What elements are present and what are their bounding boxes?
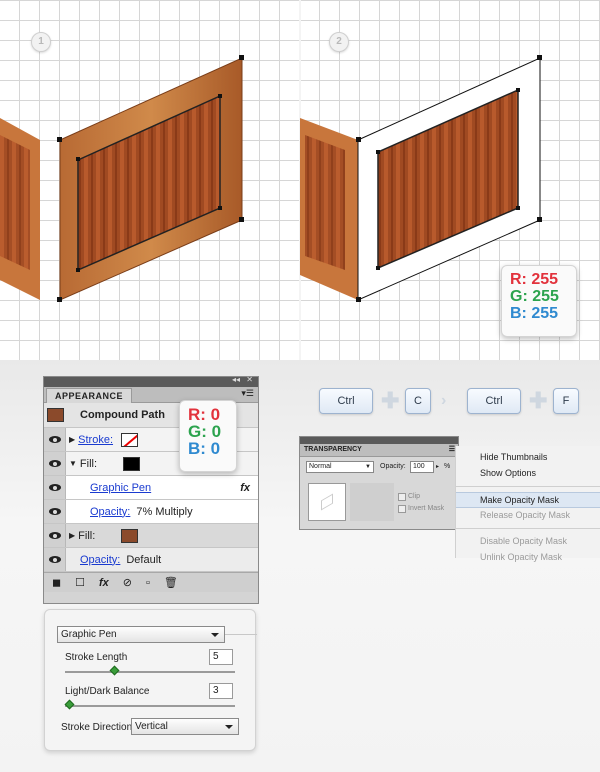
rgb-white-callout: R: 255 G: 255 B: 255 <box>501 265 577 337</box>
stroke-length-input[interactable]: 5 <box>209 649 233 665</box>
opacity-value: Default <box>126 553 162 566</box>
menu-unlink-opacity-mask[interactable]: Unlink Opacity Mask <box>456 550 600 566</box>
tab-appearance[interactable]: APPEARANCE <box>46 388 133 404</box>
fill-label: Fill: <box>79 457 98 470</box>
divider <box>225 634 257 635</box>
visibility-eye-icon[interactable] <box>48 460 61 467</box>
chevron-down-icon <box>211 633 219 637</box>
visibility-eye-icon[interactable] <box>48 556 61 563</box>
opacity-label: Opacity: <box>380 463 406 470</box>
fill-label: Fill: <box>78 529 96 542</box>
filter-select[interactable]: Graphic Pen <box>57 626 225 643</box>
opacity-input[interactable]: 100 <box>410 461 434 473</box>
menu-release-opacity-mask[interactable]: Release Opacity Mask <box>456 508 600 524</box>
clear-appearance-icon[interactable]: ⊘ <box>123 576 132 589</box>
percent-label: % <box>444 463 451 470</box>
stroke-label[interactable]: Stroke: <box>78 434 113 446</box>
fill-black-swatch[interactable] <box>123 456 141 471</box>
appearance-footer: ◼ ☐ fx ⊘ ▫ 🗑 <box>44 572 258 592</box>
appearance-header-title: Compound Path <box>80 409 165 421</box>
duplicate-item-icon[interactable]: ▫ <box>146 577 150 589</box>
plus-icon: ✚ <box>381 388 400 413</box>
menu-disable-opacity-mask[interactable]: Disable Opacity Mask <box>456 534 600 550</box>
add-effect-icon[interactable]: fx <box>99 577 109 589</box>
mask-thumbnail[interactable] <box>350 483 394 521</box>
clip-checkbox[interactable] <box>398 493 406 501</box>
menu-separator <box>456 528 600 529</box>
fill-brown-swatch[interactable] <box>121 528 139 543</box>
stroke-none-swatch[interactable] <box>121 432 139 447</box>
stroke-direction-select[interactable]: Vertical <box>131 718 239 735</box>
collapse-icon[interactable]: ◂◂ <box>232 375 240 384</box>
menu-make-opacity-mask[interactable]: Make Opacity Mask <box>456 492 600 508</box>
balance-slider-thumb[interactable] <box>64 699 75 710</box>
transparency-flyout-menu: Hide Thumbnails Show Options Make Opacit… <box>455 446 600 562</box>
clip-label: Clip <box>408 493 421 500</box>
rgb-blue-value: B: 0 <box>188 439 221 458</box>
tab-transparency[interactable]: TRANSPARENCY <box>304 446 362 453</box>
delete-item-icon[interactable]: 🗑 <box>164 576 178 589</box>
graphic-pen-dialog: Graphic Pen Stroke Length 5 Light/Dark B… <box>44 609 257 751</box>
visibility-eye-icon[interactable] <box>48 508 61 515</box>
expand-arrow-icon[interactable]: ▶ <box>69 435 75 444</box>
add-stroke-icon[interactable]: ◼ <box>52 576 61 589</box>
add-fill-icon[interactable]: ☐ <box>75 576 85 589</box>
panel-menu-icon[interactable]: ▾☰ <box>241 388 254 399</box>
close-icon[interactable]: ✕ <box>246 375 253 384</box>
transparency-titlebar[interactable] <box>300 437 458 444</box>
object-thumbnail <box>46 408 64 422</box>
light-dark-balance-label: Light/Dark Balance <box>65 686 150 697</box>
blend-mode-value: Normal <box>309 463 332 470</box>
key-ctrl-2: Ctrl <box>467 388 521 414</box>
panel-titlebar[interactable]: ◂◂ ✕ <box>44 375 258 387</box>
rgb-red-value: R: 0 <box>188 405 221 424</box>
plus-icon: ✚ <box>529 388 548 413</box>
chevron-down-icon <box>225 725 233 729</box>
appearance-row-opacity[interactable]: Opacity: 7% Multiply <box>44 500 258 524</box>
expand-arrow-icon[interactable]: ▶ <box>69 531 75 540</box>
opacity-link[interactable]: Opacity: <box>90 506 130 518</box>
key-f: F <box>553 388 579 414</box>
invert-mask-label: Invert Mask <box>408 505 445 512</box>
appearance-row-fill-brown[interactable]: ▶ Fill: <box>44 524 258 548</box>
menu-show-options[interactable]: Show Options <box>456 466 600 482</box>
filter-select-value: Graphic Pen <box>61 629 117 640</box>
key-ctrl-1: Ctrl <box>319 388 373 414</box>
visibility-eye-icon[interactable] <box>48 532 61 539</box>
menu-hide-thumbnails[interactable]: Hide Thumbnails <box>456 450 600 466</box>
visibility-eye-icon[interactable] <box>48 436 61 443</box>
visibility-eye-icon[interactable] <box>48 484 61 491</box>
wood-panel-illustration-1 <box>0 55 244 302</box>
chevron-down-icon: ▼ <box>365 464 371 470</box>
light-dark-balance-input[interactable]: 3 <box>209 683 233 699</box>
object-thumbnail[interactable] <box>308 483 346 521</box>
stroke-direction-label: Stroke Direction: <box>61 722 135 733</box>
key-c: C <box>405 388 431 414</box>
stroke-length-slider-track[interactable] <box>65 671 235 673</box>
chevron-right-icon: › <box>441 392 447 409</box>
rgb-blue-value: B: 255 <box>510 305 559 322</box>
rgb-green-value: G: 0 <box>188 422 222 441</box>
stroke-direction-value: Vertical <box>135 721 168 732</box>
transparency-panel: TRANSPARENCY ☰ Normal ▼ Opacity: 100 ▸ %… <box>299 436 459 530</box>
fx-icon[interactable]: fx <box>240 482 250 494</box>
balance-slider-track[interactable] <box>65 705 235 707</box>
opacity-value: 7% Multiply <box>136 505 193 518</box>
blend-mode-select[interactable]: Normal ▼ <box>306 461 374 473</box>
menu-separator <box>456 486 600 487</box>
rgb-black-callout: R: 0 G: 0 B: 0 <box>179 400 237 472</box>
rgb-green-value: G: 255 <box>510 288 559 305</box>
invert-mask-checkbox[interactable] <box>398 505 406 513</box>
opacity-dropdown-icon[interactable]: ▸ <box>436 463 439 470</box>
stroke-length-slider-thumb[interactable] <box>109 665 120 676</box>
appearance-row-graphic-pen[interactable]: Graphic Pen fx <box>44 476 258 500</box>
graphic-pen-effect-link[interactable]: Graphic Pen <box>90 482 151 494</box>
expand-arrow-down-icon[interactable]: ▼ <box>69 459 77 468</box>
appearance-row-opacity-default[interactable]: Opacity: Default <box>44 548 258 572</box>
stroke-length-label: Stroke Length <box>65 652 128 663</box>
rgb-red-value: R: 255 <box>510 271 559 288</box>
opacity-link[interactable]: Opacity: <box>80 554 120 566</box>
